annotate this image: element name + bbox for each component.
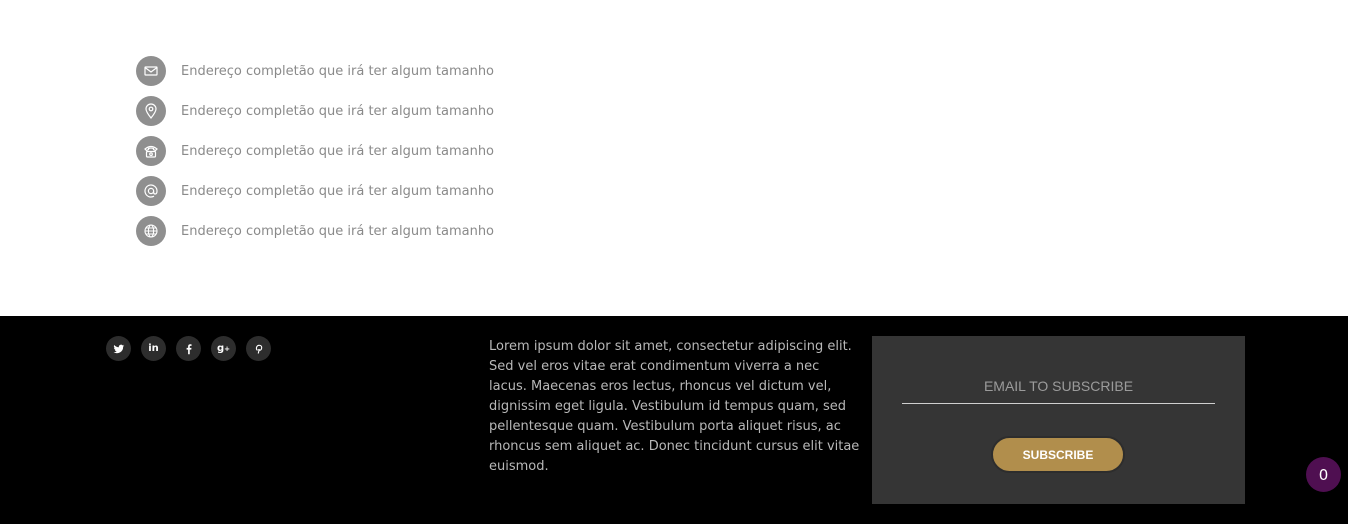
google-plus-icon[interactable]: g + [211,336,236,361]
pinterest-icon[interactable] [246,336,271,361]
envelope-icon [136,56,166,86]
subscribe-button[interactable]: SUBSCRIBE [991,436,1125,473]
contact-text: Endereço completão que irá ter algum tam… [181,223,495,239]
linkedin-icon[interactable]: in [141,336,166,361]
contact-text: Endereço completão que irá ter algum tam… [181,183,495,199]
contact-item-email-address: Endereço completão que irá ter algum tam… [136,176,494,206]
facebook-icon[interactable] [176,336,201,361]
map-pin-icon [136,96,166,126]
contact-item-website: Endereço completão que irá ter algum tam… [136,216,494,246]
contact-text: Endereço completão que irá ter algum tam… [181,103,495,119]
footer-about-text: Lorem ipsum dolor sit amet, consectetur … [489,339,860,474]
twitter-icon[interactable] [106,336,131,361]
contact-text: Endereço completão que irá ter algum tam… [181,143,495,159]
contact-item-email: Endereço completão que irá ter algum tam… [136,56,494,86]
newsletter-subscribe-panel: SUBSCRIBE [872,336,1245,504]
at-sign-icon [136,176,166,206]
globe-icon [136,216,166,246]
footer: in g + Lorem ipsum dolor sit amet, consec… [0,316,1348,524]
contact-item-address: Endereço completão que irá ter algum tam… [136,96,494,126]
contact-info-list: Endereço completão que irá ter algum tam… [136,56,494,256]
contact-item-phone: Endereço completão que irá ter algum tam… [136,136,494,166]
contact-text: Endereço completão que irá ter algum tam… [181,63,495,79]
cart-count-badge[interactable]: 0 [1306,457,1341,492]
social-links: in g + [106,336,281,361]
phone-icon [136,136,166,166]
email-subscribe-input[interactable] [902,368,1215,404]
